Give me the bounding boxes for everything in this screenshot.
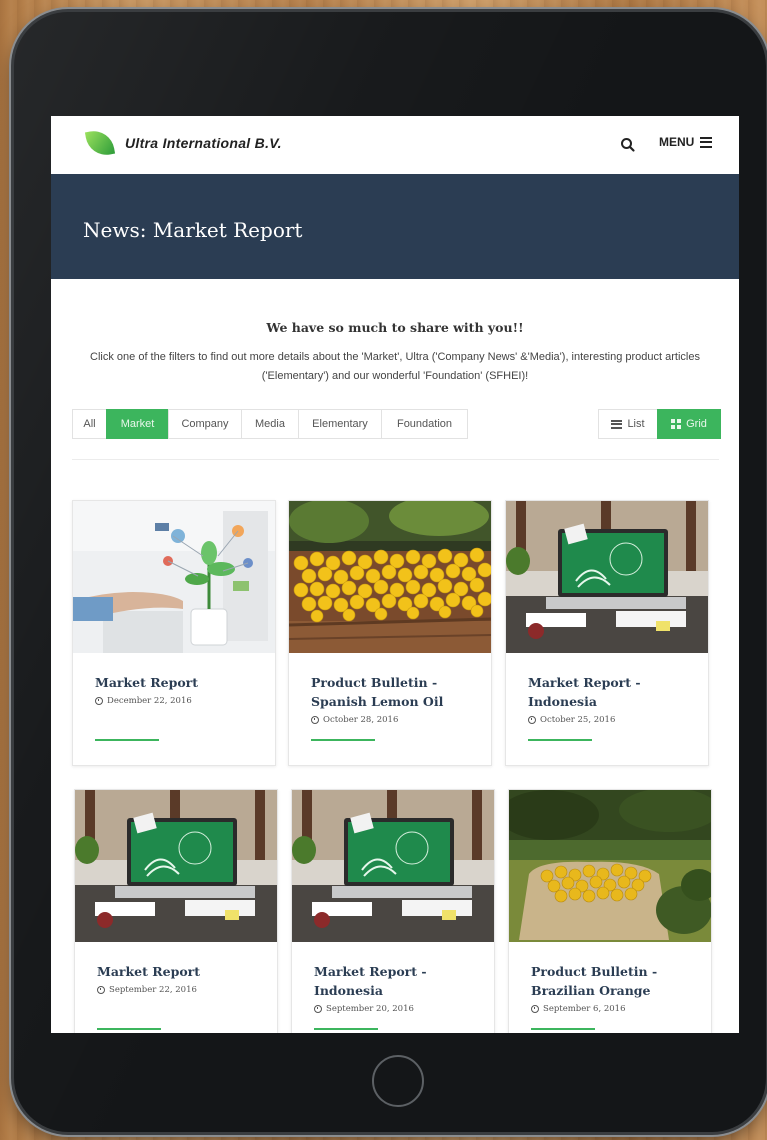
oranges-sack-image — [509, 790, 711, 942]
tablet-screen: Ultra International B.V. MENU News: Mark… — [51, 116, 739, 1033]
news-card[interactable]: Market Report - Indonesia September 20, … — [291, 789, 495, 1033]
news-card[interactable]: Market Report September 22, 2016 — [74, 789, 278, 1033]
site-header: Ultra International B.V. MENU — [51, 116, 739, 174]
page-title: News: Market Report — [83, 218, 303, 242]
card-title[interactable]: Market Report — [97, 962, 265, 981]
clock-icon — [528, 716, 536, 724]
leaf-logo-icon[interactable] — [84, 127, 116, 159]
card-date: October 28, 2016 — [311, 715, 398, 725]
lemons-crate-image — [289, 501, 491, 653]
card-date: December 22, 2016 — [95, 696, 192, 706]
intro-heading: We have so much to share with you!! — [266, 320, 524, 335]
clock-icon — [95, 697, 103, 705]
filter-market-button[interactable]: Market — [106, 409, 169, 439]
menu-label: MENU — [659, 135, 695, 149]
filter-media-button[interactable]: Media — [241, 409, 299, 439]
card-title[interactable]: Market Report - Indonesia — [528, 673, 696, 711]
page-banner: News: Market Report — [51, 174, 739, 279]
news-card[interactable]: Product Bulletin - Brazilian Orange Sept… — [508, 789, 712, 1033]
clock-icon — [97, 986, 105, 994]
card-date-text: September 22, 2016 — [109, 985, 197, 995]
intro-text: Click one of the filters to find out mor… — [90, 351, 700, 382]
grid-view-button[interactable]: Grid — [657, 409, 721, 439]
card-accent-line — [95, 739, 159, 741]
list-view-button[interactable]: List — [598, 409, 658, 439]
card-accent-line — [528, 739, 592, 741]
news-card[interactable]: Product Bulletin - Spanish Lemon Oil Oct… — [288, 500, 492, 766]
news-card[interactable]: Market Report December 22, 2016 — [72, 500, 276, 766]
section-divider — [72, 459, 719, 460]
brand-name[interactable]: Ultra International B.V. — [125, 135, 282, 151]
hamburger-icon — [700, 136, 713, 148]
laptop-desk-image — [506, 501, 708, 653]
menu-button[interactable]: MENU — [659, 135, 713, 149]
card-title[interactable]: Product Bulletin - Spanish Lemon Oil — [311, 673, 479, 711]
card-date: October 25, 2016 — [528, 715, 615, 725]
card-accent-line — [311, 739, 375, 741]
filter-bar: All Market Company Media Elementary Foun… — [72, 409, 468, 439]
card-title[interactable]: Product Bulletin - Brazilian Orange — [531, 962, 699, 1000]
list-icon — [611, 419, 623, 429]
laptop-desk-image — [292, 790, 494, 942]
tablet-home-button[interactable] — [372, 1055, 424, 1107]
card-date-text: September 6, 2016 — [543, 1004, 626, 1014]
clock-icon — [314, 1005, 322, 1013]
view-toggle: List Grid — [598, 409, 721, 439]
filter-elementary-button[interactable]: Elementary — [298, 409, 382, 439]
filter-company-button[interactable]: Company — [168, 409, 242, 439]
card-date-text: October 25, 2016 — [540, 715, 616, 725]
card-accent-line — [97, 1028, 161, 1030]
hand-plant-illustration-image — [73, 501, 275, 653]
laptop-desk-image — [75, 790, 277, 942]
card-title[interactable]: Market Report - Indonesia — [314, 962, 482, 1000]
grid-view-label: Grid — [686, 418, 707, 430]
clock-icon — [311, 716, 319, 724]
clock-icon — [531, 1005, 539, 1013]
card-date-text: December 22, 2016 — [107, 696, 192, 706]
search-icon[interactable] — [619, 136, 637, 154]
card-title[interactable]: Market Report — [95, 673, 263, 692]
card-date-text: October 28, 2016 — [323, 715, 399, 725]
card-date-text: September 20, 2016 — [326, 1004, 414, 1014]
card-accent-line — [314, 1028, 378, 1030]
filter-foundation-button[interactable]: Foundation — [381, 409, 468, 439]
grid-icon — [671, 419, 682, 429]
card-accent-line — [531, 1028, 595, 1030]
card-date: September 6, 2016 — [531, 1004, 625, 1014]
card-date: September 22, 2016 — [97, 985, 197, 995]
news-card[interactable]: Market Report - Indonesia October 25, 20… — [505, 500, 709, 766]
filter-all-button[interactable]: All — [72, 409, 107, 439]
card-date: September 20, 2016 — [314, 1004, 414, 1014]
list-view-label: List — [627, 418, 645, 430]
